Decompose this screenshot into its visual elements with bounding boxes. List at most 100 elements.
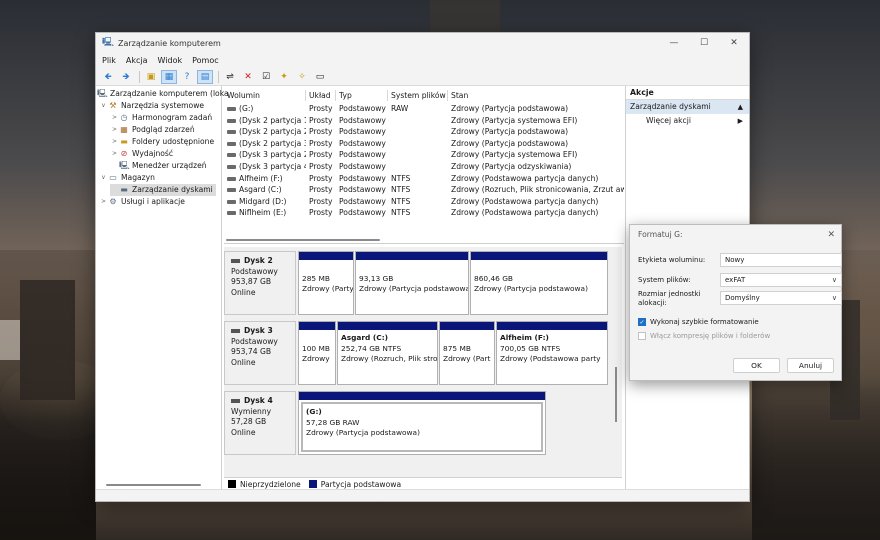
- tree-item-storage[interactable]: ∨ ▭ Magazyn: [99, 172, 155, 184]
- chevron-right-icon[interactable]: >: [110, 148, 119, 160]
- partition[interactable]: 100 MB Zdrowy: [298, 321, 336, 385]
- wizard-icon[interactable]: ✧: [294, 70, 310, 84]
- volume-list-horizontal-scrollbar[interactable]: [226, 239, 380, 241]
- more-actions-item[interactable]: Więcej akcji ▶: [626, 114, 749, 128]
- actions-group-disk-management[interactable]: Zarządzanie dyskami ▲: [626, 100, 749, 114]
- tree-item-event-viewer[interactable]: > ▦ Podgląd zdarzeń: [110, 124, 195, 136]
- disk-4-label[interactable]: Dysk 4 Wymienny 57,28 GB Online: [224, 391, 296, 455]
- partition[interactable]: 93,13 GB Zdrowy (Partycja podstawowa: [355, 251, 469, 315]
- allocation-unit-select[interactable]: Domyślny ∨: [720, 291, 842, 305]
- back-arrow-icon[interactable]: 🡸: [100, 70, 116, 84]
- column-header-type[interactable]: Typ: [336, 90, 388, 101]
- cell-text: Zdrowy (Podstawowa partycja danych): [451, 173, 599, 183]
- menu-pomoc[interactable]: Pomoc: [192, 56, 219, 65]
- table-cell: Podstawowy: [339, 207, 388, 219]
- menu-akcja[interactable]: Akcja: [126, 56, 148, 65]
- cell-text: Podstawowy: [339, 104, 386, 113]
- volume-label-input[interactable]: Nowy: [720, 253, 842, 267]
- tree-item-label: Wydajność: [132, 149, 174, 158]
- disk-map-vertical-scrollbar[interactable]: [615, 367, 617, 422]
- checkbox-unchecked-icon[interactable]: [638, 332, 646, 340]
- partition[interactable]: Asgard (C:) 252,74 GB NTFS Zdrowy (Rozruch…: [337, 321, 438, 385]
- properties-icon[interactable]: ☑: [258, 70, 274, 84]
- tree-item-performance[interactable]: > ⊘ Wydajność: [110, 148, 173, 160]
- table-row[interactable]: Niflheim (E:) Prosty Podstawowy NTFS Zdrowy …: [224, 207, 624, 219]
- table-cell: Podstawowy: [339, 161, 388, 173]
- table-row[interactable]: (Dysk 2 partycja 3) Prosty Podstawowy Zdrow…: [224, 138, 624, 150]
- tree-item-task-scheduler[interactable]: > ◷ Harmonogram zadań: [110, 112, 212, 124]
- tree-horizontal-scrollbar[interactable]: [106, 484, 201, 486]
- disk-size: 953,87 GB: [231, 277, 272, 286]
- dialog-close-button[interactable]: ✕: [827, 225, 835, 245]
- column-header-volume[interactable]: Wolumin: [224, 90, 306, 101]
- file-system-select[interactable]: exFAT ∨: [720, 273, 842, 287]
- column-header-layout[interactable]: Układ: [306, 90, 336, 101]
- minimize-button[interactable]: —: [659, 38, 689, 48]
- close-button[interactable]: ✕: [719, 38, 749, 48]
- tree-item-shared-folders[interactable]: > ▬ Foldery udostępnione: [110, 136, 214, 148]
- table-cell: NTFS: [391, 173, 448, 185]
- table-row[interactable]: Midgard (D:) Prosty Podstawowy NTFS Zdrowy (…: [224, 196, 624, 208]
- connect-icon[interactable]: ⇌: [222, 70, 238, 84]
- checkbox-checked-icon[interactable]: ✓: [638, 318, 646, 326]
- tree-item-computer-management[interactable]: 🖳 Zarządzanie komputerem (loka: [97, 88, 229, 100]
- tree-item-disk-management[interactable]: ▬ Zarządzanie dyskami: [110, 184, 216, 196]
- folder-up-icon[interactable]: ▣: [143, 70, 159, 84]
- maximize-button[interactable]: ☐: [689, 38, 719, 48]
- chevron-down-icon[interactable]: ∨: [99, 172, 108, 184]
- legend-label-unallocated: Nieprzydzielone: [240, 479, 301, 489]
- partition[interactable]: 875 MB Zdrowy (Part: [439, 321, 495, 385]
- column-header-file-system[interactable]: System plików: [388, 90, 448, 101]
- view-icon[interactable]: ▭: [312, 70, 328, 84]
- partition-selected[interactable]: (G:) 57,28 GB RAW Zdrowy (Partycja podstaw…: [298, 391, 546, 455]
- disk-icon: [231, 399, 240, 403]
- cancel-button[interactable]: Anuluj: [787, 358, 834, 373]
- tree-item-label: Menedżer urządzeń: [132, 161, 207, 170]
- disk-3-label[interactable]: Dysk 3 Podstawowy 953,74 GB Online: [224, 321, 296, 385]
- table-cell: (Dysk 2 partycja 1): [227, 115, 306, 127]
- partition[interactable]: 285 MB Zdrowy (Party: [298, 251, 354, 315]
- list-view-icon[interactable]: ▤: [197, 69, 213, 84]
- forward-arrow-icon[interactable]: 🡺: [118, 70, 134, 84]
- chevron-right-icon[interactable]: >: [110, 124, 119, 136]
- dialog-title-bar[interactable]: Formatuj G: ✕: [630, 225, 841, 245]
- disk-name: Dysk 4: [244, 396, 273, 405]
- partition-size: 860,46 GB: [474, 273, 514, 283]
- delete-icon[interactable]: ✕: [240, 70, 256, 84]
- table-cell: Zdrowy (Podstawowa partycja danych): [451, 173, 624, 185]
- compression-checkbox[interactable]: Włącz kompresję plików i folderów: [638, 332, 770, 340]
- chevron-down-icon[interactable]: ∨: [99, 100, 108, 112]
- cell-text: (G:): [239, 104, 254, 113]
- table-row[interactable]: (Dysk 3 partycja 4) Prosty Podstawowy Zdrow…: [224, 161, 624, 173]
- title-bar[interactable]: 🖳 Zarządzanie komputerem — ☐ ✕: [96, 33, 749, 53]
- chevron-right-icon[interactable]: >: [110, 112, 119, 124]
- table-row[interactable]: (Dysk 3 partycja 2) Prosty Podstawowy Zdrow…: [224, 149, 624, 161]
- menu-widok[interactable]: Widok: [158, 56, 183, 65]
- help-icon[interactable]: ?: [179, 70, 195, 84]
- new-icon[interactable]: ✦: [276, 70, 292, 84]
- partition[interactable]: 860,46 GB Zdrowy (Partycja podstawowa): [470, 251, 608, 315]
- table-row[interactable]: (Dysk 2 partycja 2) Prosty Podstawowy Zdrow…: [224, 126, 624, 138]
- quick-format-checkbox[interactable]: ✓ Wykonaj szybkie formatowanie: [638, 318, 759, 326]
- collapse-up-icon[interactable]: ▲: [738, 100, 743, 114]
- tree-item-system-tools[interactable]: ∨ ⚒ Narzędzia systemowe: [99, 100, 204, 112]
- chevron-right-icon[interactable]: >: [110, 136, 119, 148]
- table-row[interactable]: (G:) Prosty Podstawowy RAW Zdrowy (Partycja …: [224, 103, 624, 115]
- chevron-right-icon[interactable]: >: [99, 196, 108, 208]
- tree-item-services-applications[interactable]: > ⚙ Usługi i aplikacje: [99, 196, 185, 208]
- show-hide-console-tree-icon[interactable]: ▦: [161, 69, 177, 84]
- column-header-status[interactable]: Stan: [448, 90, 624, 101]
- disk-2-label[interactable]: Dysk 2 Podstawowy 953,87 GB Online: [224, 251, 296, 315]
- table-row[interactable]: Alfheim (F:) Prosty Podstawowy NTFS Zdrowy (…: [224, 173, 624, 185]
- tree-item-device-manager[interactable]: 🖳 Menedżer urządzeń: [110, 160, 207, 172]
- partition[interactable]: Alfheim (F:) 700,05 GB NTFS Zdrowy (Podsta…: [496, 321, 608, 385]
- volume-label-row: Etykieta woluminu: Nowy: [638, 253, 842, 269]
- menu-plik[interactable]: Plik: [102, 56, 116, 65]
- ok-button[interactable]: OK: [733, 358, 780, 373]
- table-row[interactable]: Asgard (C:) Prosty Podstawowy NTFS Zdrowy (R…: [224, 184, 624, 196]
- table-row[interactable]: (Dysk 2 partycja 1) Prosty Podstawowy Zdrow…: [224, 115, 624, 127]
- volume-icon: [227, 130, 236, 135]
- table-cell: Podstawowy: [339, 149, 388, 161]
- cell-text: (Dysk 2 partycja 1): [239, 115, 306, 125]
- event-viewer-icon: ▦: [120, 125, 128, 134]
